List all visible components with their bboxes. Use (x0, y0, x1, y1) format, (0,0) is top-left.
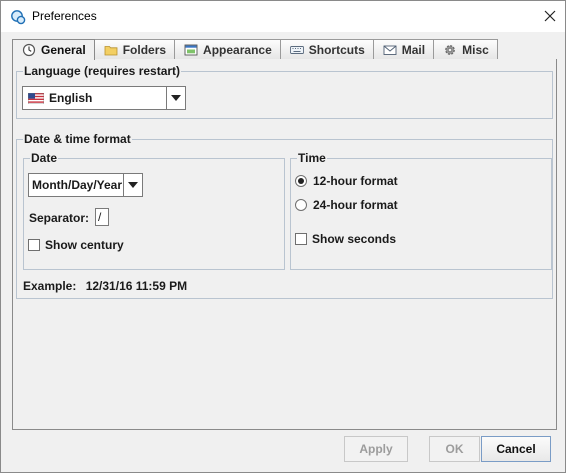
show-century-checkbox[interactable]: Show century (28, 238, 124, 252)
chevron-down-icon (171, 95, 181, 101)
show-seconds-box[interactable] (295, 233, 307, 245)
show-century-box[interactable] (28, 239, 40, 251)
date-group: Date Month/Day/Year Separator: / Show ce… (23, 151, 285, 270)
tab-appearance-label: Appearance (203, 42, 272, 57)
separator-input[interactable]: / (95, 208, 109, 226)
date-format-select[interactable]: Month/Day/Year (28, 173, 143, 197)
window-title: Preferences (32, 9, 97, 23)
language-group: Language (requires restart) English (16, 64, 553, 119)
tab-folders[interactable]: Folders (93, 39, 176, 59)
cancel-button[interactable]: Cancel (481, 436, 551, 462)
clock-icon (22, 43, 36, 57)
gear-icon (445, 44, 456, 55)
separator-input-value: / (98, 210, 102, 224)
language-dropdown-arrow[interactable] (166, 87, 185, 109)
example-row: Example: 12/31/16 11:59 PM (23, 279, 187, 293)
show-seconds-checkbox[interactable]: Show seconds (295, 232, 396, 246)
folder-icon (104, 45, 118, 55)
tab-mail-label: Mail (401, 42, 426, 57)
time-group-label: Time (297, 151, 327, 165)
chevron-down-icon (128, 182, 138, 188)
example-label: Example: (23, 279, 77, 293)
show-century-label: Show century (45, 238, 124, 252)
language-group-label: Language (requires restart) (23, 64, 182, 78)
separator-label: Separator: (29, 211, 90, 225)
preferences-window: Preferences General Folders Appearance S… (0, 0, 566, 473)
radio-24-hour-label: 24-hour format (313, 198, 398, 212)
keyboard-icon (289, 45, 304, 54)
radio-selected-dot (298, 178, 304, 184)
tab-appearance[interactable]: Appearance (174, 39, 281, 59)
radio-12-hour-label: 12-hour format (313, 174, 398, 188)
language-select-value: English (23, 91, 166, 105)
close-icon (544, 10, 556, 22)
datetime-group-label: Date & time format (23, 132, 132, 146)
tab-misc[interactable]: Misc (433, 39, 498, 59)
appearance-icon (184, 44, 198, 55)
tab-shortcuts-label: Shortcuts (308, 42, 365, 57)
radio-24-hour[interactable]: 24-hour format (295, 198, 398, 212)
tab-folders-label: Folders (122, 42, 167, 57)
date-format-select-text: Month/Day/Year (32, 178, 123, 192)
language-select[interactable]: English (22, 86, 186, 110)
datetime-group: Date & time format Date Month/Day/Year S… (16, 132, 553, 299)
time-group: Time 12-hour format 24-hour format Show … (290, 151, 552, 270)
radio-12-hour[interactable]: 12-hour format (295, 174, 398, 188)
example-value: 12/31/16 11:59 PM (85, 279, 188, 293)
tab-mail[interactable]: Mail (372, 39, 435, 59)
tab-general-label: General (41, 43, 86, 57)
date-format-select-value: Month/Day/Year (29, 178, 123, 192)
us-flag-icon (28, 92, 44, 104)
general-panel: Language (requires restart) English Date… (12, 59, 557, 430)
tab-shortcuts[interactable]: Shortcuts (279, 39, 374, 59)
mail-icon (383, 45, 397, 55)
close-button[interactable] (535, 1, 565, 31)
radio-12-hour-circle[interactable] (295, 175, 307, 187)
language-select-text: English (49, 91, 93, 105)
radio-24-hour-circle[interactable] (295, 199, 307, 211)
date-group-label: Date (30, 151, 59, 165)
tab-misc-label: Misc (462, 42, 489, 57)
tab-general[interactable]: General (12, 39, 95, 60)
ok-button[interactable]: OK (429, 436, 480, 462)
apply-button[interactable]: Apply (344, 436, 408, 462)
title-bar: Preferences (1, 1, 565, 32)
tab-strip: General Folders Appearance Shortcuts Mai… (12, 39, 498, 60)
show-seconds-label: Show seconds (312, 232, 397, 246)
app-icon (11, 10, 26, 25)
date-format-dropdown-arrow[interactable] (123, 174, 142, 196)
